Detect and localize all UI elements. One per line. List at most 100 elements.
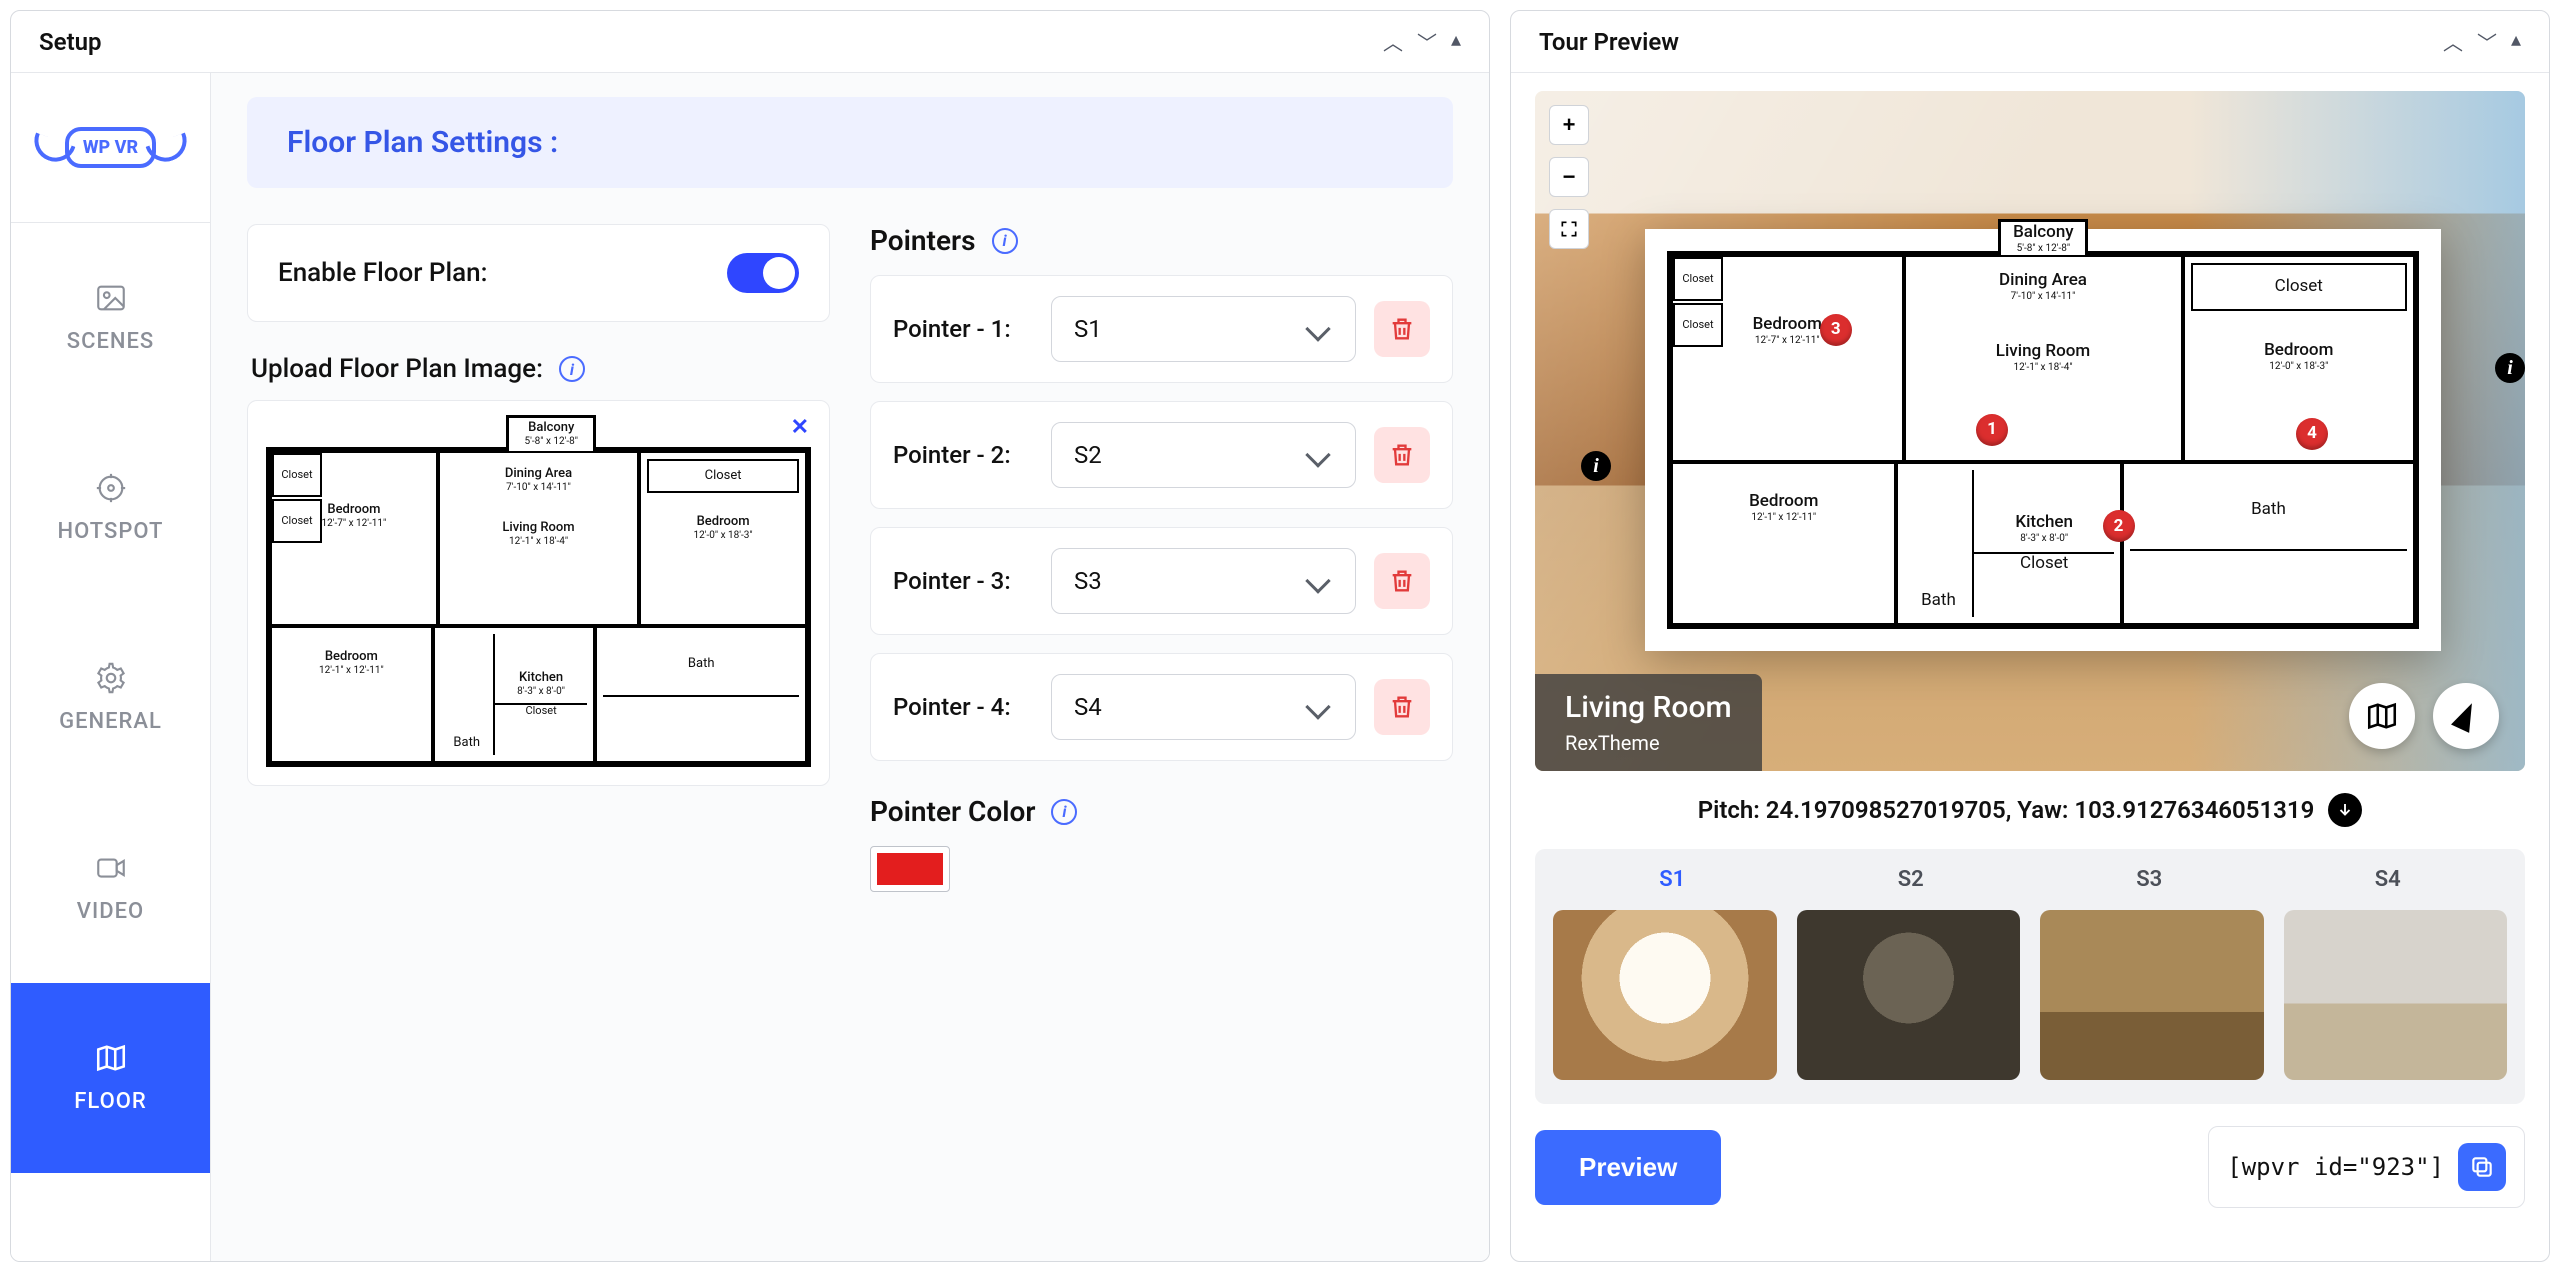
caret-up-icon[interactable]: ▴ bbox=[1451, 27, 1461, 56]
room-label: Closet bbox=[1673, 257, 1723, 301]
section-title: Floor Plan Settings : bbox=[247, 97, 1453, 188]
room-label: Balcony bbox=[2013, 223, 2074, 243]
fullscreen-button[interactable] bbox=[1549, 209, 1589, 249]
coordinates-text: Pitch: 24.197098527019705, Yaw: 103.9127… bbox=[1698, 796, 2315, 824]
pointer-select-4[interactable]: S4 bbox=[1051, 674, 1356, 740]
sidebar-item-label: SCENES bbox=[67, 329, 154, 354]
hotspot-info-left[interactable]: i bbox=[1581, 451, 1611, 481]
enable-floorplan-label: Enable Floor Plan: bbox=[278, 258, 487, 288]
pointer-color-heading-row: Pointer Color i bbox=[870, 795, 1453, 828]
floorplan-pin[interactable]: 1 bbox=[1976, 414, 2008, 446]
pointer-row-1: Pointer - 1: S1 bbox=[870, 275, 1453, 383]
floorplan-pin[interactable]: 2 bbox=[2103, 510, 2135, 542]
chevron-down-icon bbox=[1305, 316, 1330, 341]
scene-thumb-s1[interactable] bbox=[1553, 910, 1777, 1080]
enable-floorplan-card: Enable Floor Plan: bbox=[247, 224, 830, 322]
scene-thumb-s2[interactable] bbox=[1797, 910, 2021, 1080]
scene-thumb-s3[interactable] bbox=[2040, 910, 2264, 1080]
room-label: Balcony bbox=[528, 421, 574, 436]
pointer-delete-2[interactable] bbox=[1374, 427, 1430, 483]
pointer-value: S3 bbox=[1074, 567, 1102, 595]
sidebar-item-general[interactable]: GENERAL bbox=[11, 603, 210, 793]
scene-thumb-s4[interactable] bbox=[2284, 910, 2508, 1080]
chevron-up-icon[interactable]: ︿ bbox=[1383, 27, 1403, 56]
room-dim: 7'-10" x 14'-11" bbox=[1912, 291, 2175, 303]
pointer-select-2[interactable]: S2 bbox=[1051, 422, 1356, 488]
scene-tab-s2[interactable]: S2 bbox=[1792, 867, 2031, 902]
scene-tab-s1[interactable]: S1 bbox=[1553, 867, 1792, 902]
info-icon[interactable]: i bbox=[1051, 799, 1077, 825]
scene-title: Living Room bbox=[1565, 690, 1732, 725]
room-label: Closet bbox=[495, 703, 588, 718]
sidebar-item-hotspot[interactable]: HOTSPOT bbox=[11, 413, 210, 603]
pointer-row-2: Pointer - 2: S2 bbox=[870, 401, 1453, 509]
pointer-delete-1[interactable] bbox=[1374, 301, 1430, 357]
preview-button[interactable]: Preview bbox=[1535, 1130, 1721, 1205]
pointer-value: S1 bbox=[1074, 315, 1102, 343]
trash-icon bbox=[1388, 441, 1416, 469]
room-dim: 5'-8" x 12'-8" bbox=[2017, 243, 2070, 255]
room-label: Bath bbox=[441, 634, 495, 755]
scene-tab-s3[interactable]: S3 bbox=[2030, 867, 2269, 902]
trash-icon bbox=[1388, 567, 1416, 595]
scene-tabs: S1 S2 S3 S4 bbox=[1553, 867, 2507, 902]
room-label: Living Room bbox=[1912, 342, 2175, 362]
apply-coords-button[interactable] bbox=[2328, 793, 2362, 827]
floorplan-image[interactable]: Balcony 5'-8" x 12'-8" Closet Closet Bed… bbox=[266, 447, 811, 767]
chevron-up-icon[interactable]: ︿ bbox=[2443, 27, 2463, 56]
shortcode-box: [wpvr id="923"] bbox=[2208, 1126, 2525, 1208]
info-icon[interactable]: i bbox=[559, 356, 585, 382]
zoom-in-button[interactable]: + bbox=[1549, 105, 1589, 145]
caret-up-icon[interactable]: ▴ bbox=[2511, 27, 2521, 56]
pointer-value: S2 bbox=[1074, 441, 1102, 469]
pointer-delete-4[interactable] bbox=[1374, 679, 1430, 735]
compass-button[interactable] bbox=[2433, 683, 2499, 749]
sidebar-item-video[interactable]: VIDEO bbox=[11, 793, 210, 983]
image-icon bbox=[94, 281, 128, 315]
preview-footer: Preview [wpvr id="923"] bbox=[1535, 1126, 2525, 1208]
trash-icon bbox=[1388, 315, 1416, 343]
hotspot-info-right[interactable]: i bbox=[2495, 353, 2525, 383]
chevron-down-icon bbox=[1305, 568, 1330, 593]
copy-shortcode-button[interactable] bbox=[2458, 1143, 2506, 1191]
room-dim: 12'-0" x 18'-3" bbox=[647, 530, 799, 542]
panorama-viewer[interactable]: + − i i Balcony 5'-8" x 12'-8" Closet bbox=[1535, 91, 2525, 771]
sidebar-item-floor[interactable]: FLOOR bbox=[11, 983, 210, 1173]
scene-tab-s4[interactable]: S4 bbox=[2269, 867, 2508, 902]
pointer-color-picker[interactable] bbox=[870, 846, 950, 892]
enable-floorplan-toggle[interactable] bbox=[727, 253, 799, 293]
room-label: Closet bbox=[272, 453, 322, 497]
info-icon[interactable]: i bbox=[992, 228, 1018, 254]
sidebar-item-scenes[interactable]: SCENES bbox=[11, 223, 210, 413]
zoom-out-button[interactable]: − bbox=[1549, 157, 1589, 197]
video-icon bbox=[94, 851, 128, 885]
setup-panel: Setup ︿ ﹀ ▴ WP VR SCENES HOTSPOT GENERAL bbox=[10, 10, 1490, 1262]
pointer-select-3[interactable]: S3 bbox=[1051, 548, 1356, 614]
setup-title: Setup bbox=[39, 28, 102, 56]
floorplan-pin[interactable]: 3 bbox=[1820, 314, 1852, 346]
room-label: Dining Area bbox=[1912, 271, 2175, 291]
setup-header-controls: ︿ ﹀ ▴ bbox=[1383, 27, 1461, 56]
room-label: Closet bbox=[1974, 552, 2113, 574]
pointer-label: Pointer - 3: bbox=[893, 567, 1033, 595]
chevron-down-icon[interactable]: ﹀ bbox=[2477, 27, 2497, 56]
pointer-select-1[interactable]: S1 bbox=[1051, 296, 1356, 362]
logo-wpvr: WP VR bbox=[11, 73, 210, 223]
pointer-delete-3[interactable] bbox=[1374, 553, 1430, 609]
room-label: Bedroom bbox=[278, 650, 425, 665]
tour-preview-panel: Tour Preview ︿ ﹀ ▴ + − i i Balcony 5 bbox=[1510, 10, 2550, 1262]
floorplan-pin[interactable]: 4 bbox=[2296, 418, 2328, 450]
room-dim: 7'-10" x 14'-11" bbox=[446, 482, 631, 494]
floorplan-toggle-button[interactable] bbox=[2349, 683, 2415, 749]
chevron-down-icon[interactable]: ﹀ bbox=[1417, 27, 1437, 56]
room-label: Bedroom bbox=[2191, 341, 2408, 361]
scene-badge: Living Room RexTheme bbox=[1535, 674, 1762, 771]
room-label: Living Room bbox=[446, 521, 631, 536]
remove-image-icon[interactable]: ✕ bbox=[791, 415, 809, 440]
room-dim: 12'-1" x 18'-4" bbox=[446, 536, 631, 548]
floorplan-overlay[interactable]: Balcony 5'-8" x 12'-8" Closet Closet Bed… bbox=[1645, 229, 2441, 651]
sidebar-item-label: VIDEO bbox=[77, 899, 144, 924]
map-icon bbox=[2365, 699, 2399, 733]
compass-icon bbox=[2451, 699, 2481, 733]
room-dim: 12'-0" x 18'-3" bbox=[2191, 361, 2408, 373]
